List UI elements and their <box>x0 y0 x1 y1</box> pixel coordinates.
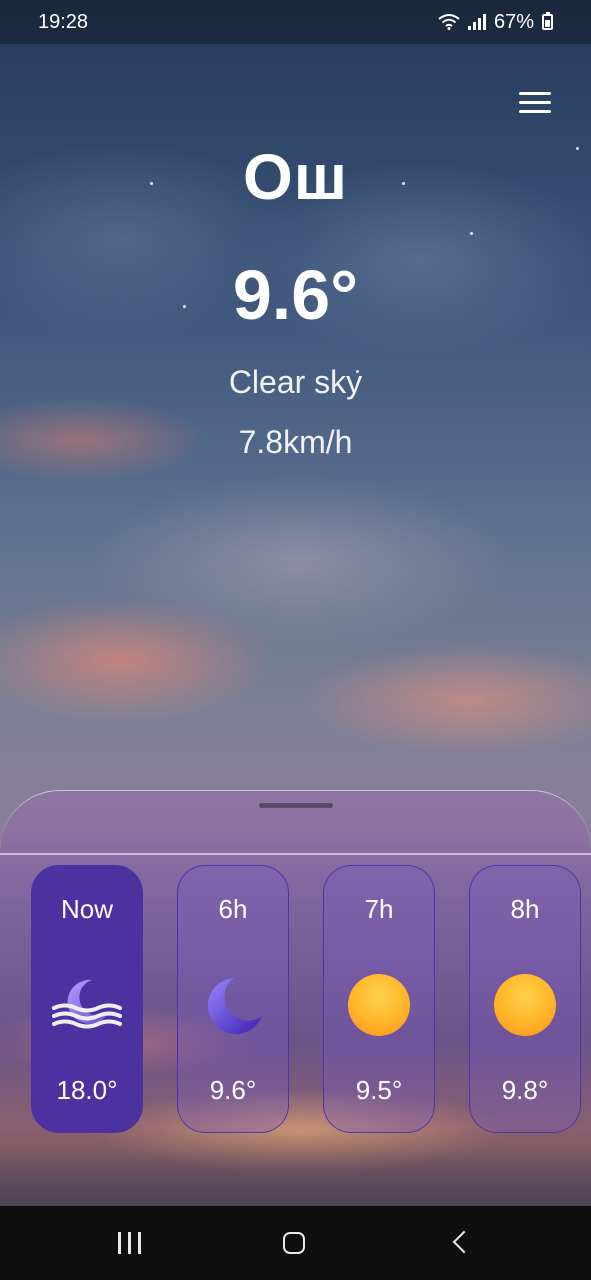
battery-icon <box>542 12 553 30</box>
navigation-bar <box>0 1206 591 1280</box>
moon-icon <box>198 970 268 1040</box>
current-temperature: 9.6° <box>232 256 359 334</box>
hourly-card-8h[interactable]: 8h 9.8° <box>469 865 581 1133</box>
hourly-label: Now <box>60 894 113 924</box>
status-time: 19:28 <box>38 10 89 33</box>
moon-windy-icon <box>52 970 122 1040</box>
star <box>470 232 473 235</box>
home-button[interactable] <box>283 1232 305 1254</box>
signal-icon <box>467 14 486 30</box>
back-button[interactable] <box>452 1230 476 1254</box>
hourly-label: 8h <box>510 894 540 924</box>
battery-percent: 67% <box>493 10 534 33</box>
sheet-drag-handle[interactable] <box>259 803 333 808</box>
hourly-temp: 9.8° <box>501 1075 549 1105</box>
sheet-divider <box>0 853 591 855</box>
hourly-temp: 18.0° <box>56 1075 118 1105</box>
sun-icon <box>344 970 414 1040</box>
city-name: Ош <box>242 141 349 213</box>
wind-speed: 7.8km/h <box>238 424 353 460</box>
hourly-card-6h[interactable]: 6h 9.6° <box>177 865 289 1133</box>
menu-icon <box>519 92 551 95</box>
hourly-temp: 9.6° <box>209 1075 257 1105</box>
sun-icon <box>490 970 560 1040</box>
status-bar: 19:28 67% <box>0 0 591 44</box>
hourly-label: 6h <box>218 894 248 924</box>
hourly-card-now[interactable]: Now 18.0° <box>31 865 143 1133</box>
weather-condition: Clear sky <box>228 364 363 400</box>
recent-apps-button[interactable] <box>118 1232 142 1254</box>
hourly-temp: 9.5° <box>355 1075 403 1105</box>
hourly-label: 7h <box>364 894 394 924</box>
wifi-icon <box>438 14 460 30</box>
menu-button[interactable] <box>519 92 551 116</box>
hourly-forecast-sheet[interactable]: Now 18.0° 6h 9.6° 7h 9.5° 8h 9.8° <box>0 790 591 1207</box>
sheet-bottom-fade <box>0 1127 591 1207</box>
hourly-card-7h[interactable]: 7h 9.5° <box>323 865 435 1133</box>
